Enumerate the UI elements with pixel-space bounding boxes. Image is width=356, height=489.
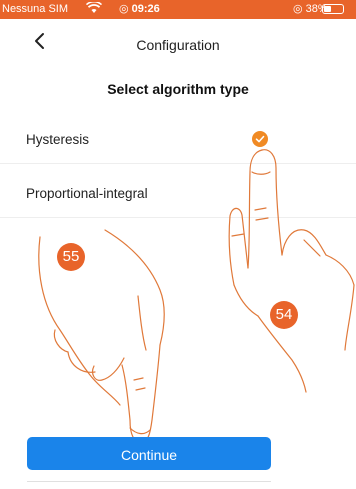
hand-illustration (38, 149, 355, 443)
option-label: Hysteresis (26, 132, 90, 147)
nav-bar: Configuration (0, 19, 356, 67)
divider (27, 481, 271, 482)
step-badge-55: 55 (57, 243, 85, 271)
clock: ◎ 09:26 (119, 3, 160, 15)
step-badge-54: 54 (270, 301, 298, 329)
checkmark-icon (252, 131, 268, 147)
option-label: Proportional-integral (26, 186, 148, 201)
page-title: Configuration (136, 37, 220, 53)
option-proportional-integral[interactable]: Proportional-integral (0, 170, 356, 218)
wifi-icon (85, 0, 103, 18)
continue-button[interactable]: Continue (27, 437, 271, 470)
phone-screen: Nessuna SIM ◎ 09:26 ◎ 38% Configuration … (0, 0, 356, 489)
carrier-label: Nessuna SIM (2, 3, 69, 15)
option-hysteresis[interactable]: Hysteresis (0, 116, 356, 164)
battery-icon (322, 4, 344, 14)
section-title: Select algorithm type (107, 81, 249, 97)
status-bar: Nessuna SIM ◎ 09:26 ◎ 38% (0, 0, 356, 19)
